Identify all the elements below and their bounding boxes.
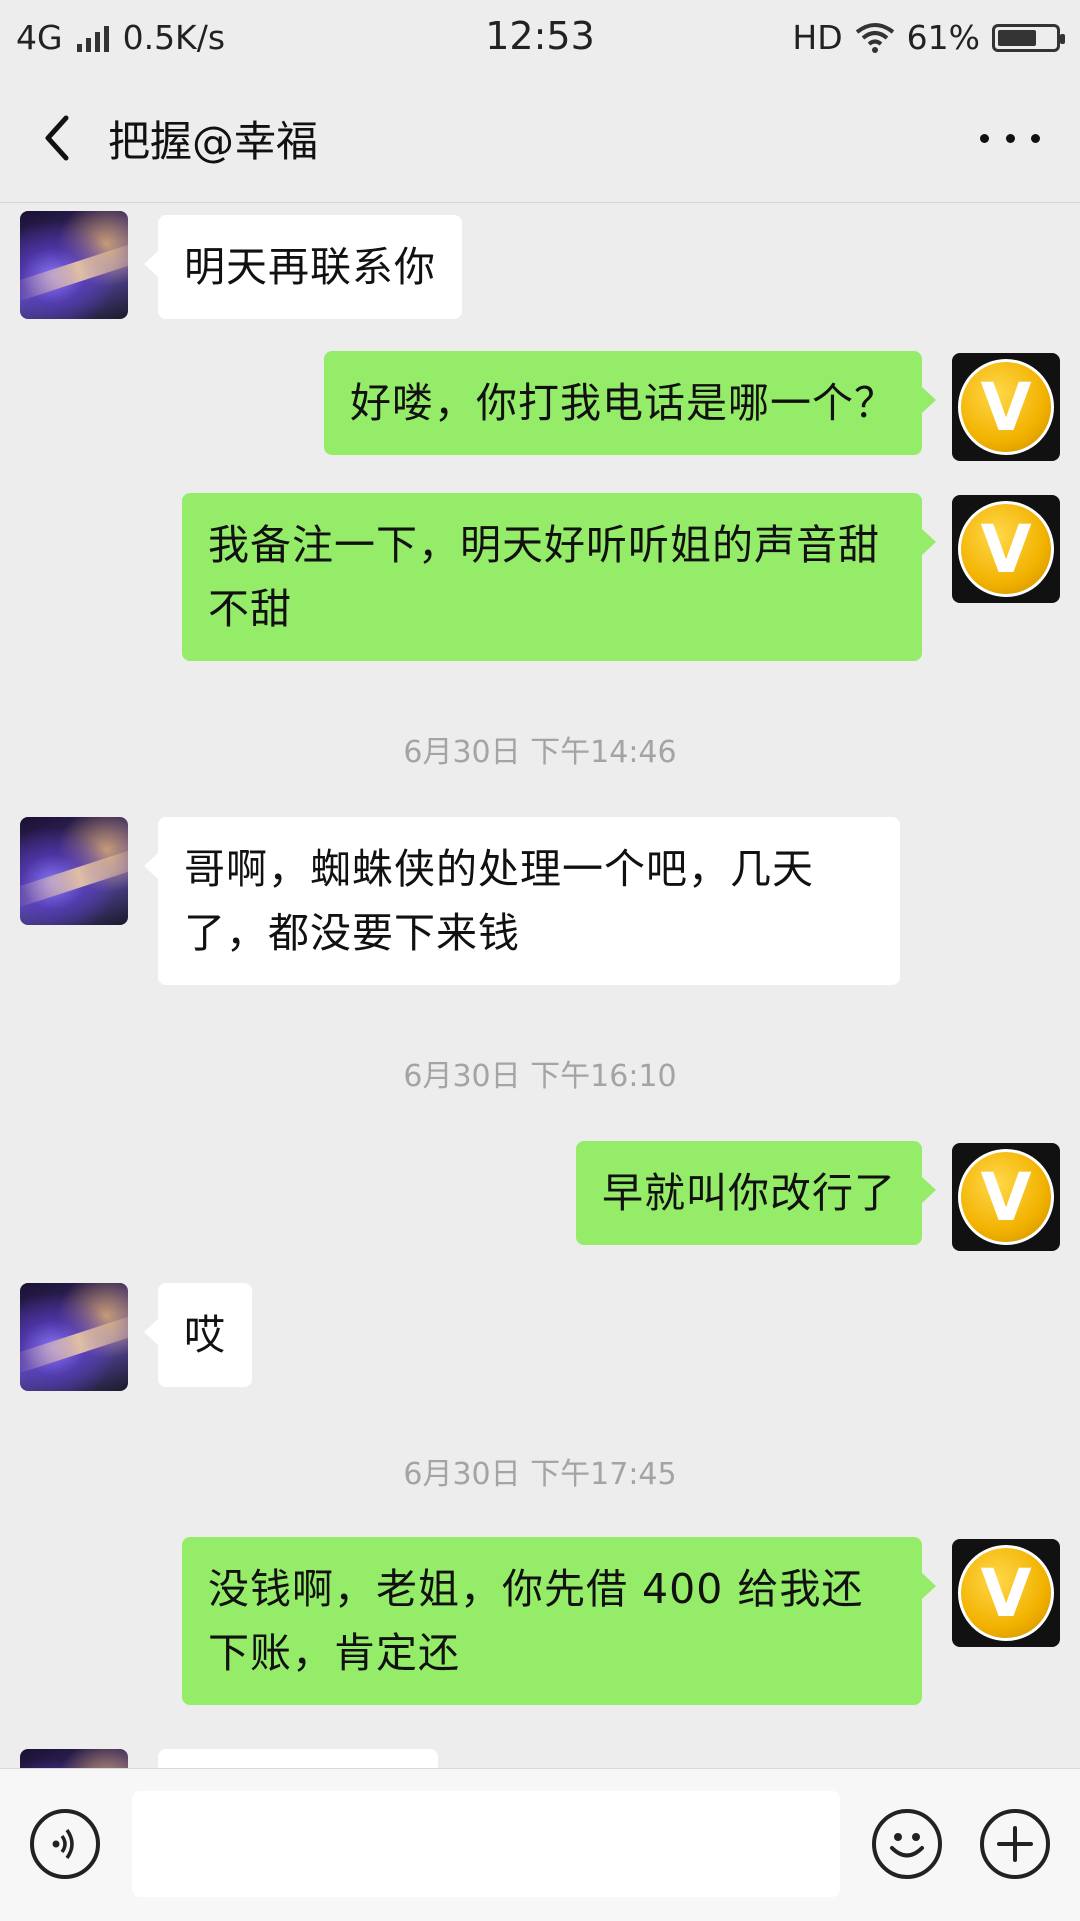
emoji-icon[interactable] [872,1809,942,1879]
self-avatar[interactable]: V [952,495,1060,603]
message-bubble[interactable]: 好喽，你打我电话是哪一个？ [324,351,936,455]
back-icon[interactable] [30,108,90,168]
hd-indicator: HD [792,18,843,57]
chat-header: 把握@幸福 [0,76,1080,203]
voice-icon[interactable] [30,1809,100,1879]
more-options-icon[interactable] [980,118,1040,158]
status-bar: 4G 0.5K/s 12:53 HD 61% [0,0,1080,76]
battery-fill [998,29,1036,46]
message-list[interactable]: 明天再联系你 好喽，你打我电话是哪一个？ V 我备注一下，明天好听听姐的声音甜不… [0,203,1080,1768]
message-bubble[interactable]: 哥啊，蜘蛛侠的处理一个吧，几天了，都没要下来钱 [144,817,900,985]
message-input[interactable] [132,1791,840,1897]
plus-icon[interactable] [980,1809,1050,1879]
self-avatar[interactable]: V [952,1143,1060,1251]
chat-title: 把握@幸福 [108,117,319,166]
contact-avatar[interactable] [20,1749,128,1768]
timestamp: 6月30日 下午14:46 [403,735,677,770]
message-bubble[interactable]: 我备注一下，明天好听听姐的声音甜不甜 [182,493,936,661]
status-right: HD 61% [792,18,1065,57]
v-logo-icon: V [958,359,1054,455]
v-logo-icon: V [958,1545,1054,1641]
self-avatar[interactable]: V [952,1539,1060,1647]
v-logo-icon: V [958,1149,1054,1245]
timestamp: 6月30日 下午16:10 [403,1059,677,1094]
contact-avatar[interactable] [20,211,128,319]
timestamp: 6月30日 下午17:45 [403,1457,677,1492]
message-bubble[interactable]: 没钱啊，老姐，你先借 400 给我还下账，肯定还 [182,1537,936,1705]
v-logo-icon: V [958,501,1054,597]
message-bubble[interactable]: 哎 [144,1283,252,1387]
message-bubble[interactable]: 早就叫你改行了 [576,1141,936,1245]
message-bubble[interactable]: 明天再联系你 [144,215,462,319]
contact-avatar[interactable] [20,1283,128,1391]
battery-percent: 61% [906,18,980,57]
wifi-icon [855,22,894,53]
self-avatar[interactable]: V [952,353,1060,461]
message-bubble-partial[interactable] [158,1749,438,1768]
battery-icon [992,23,1065,52]
contact-avatar[interactable] [20,817,128,925]
input-bar [0,1768,1080,1921]
